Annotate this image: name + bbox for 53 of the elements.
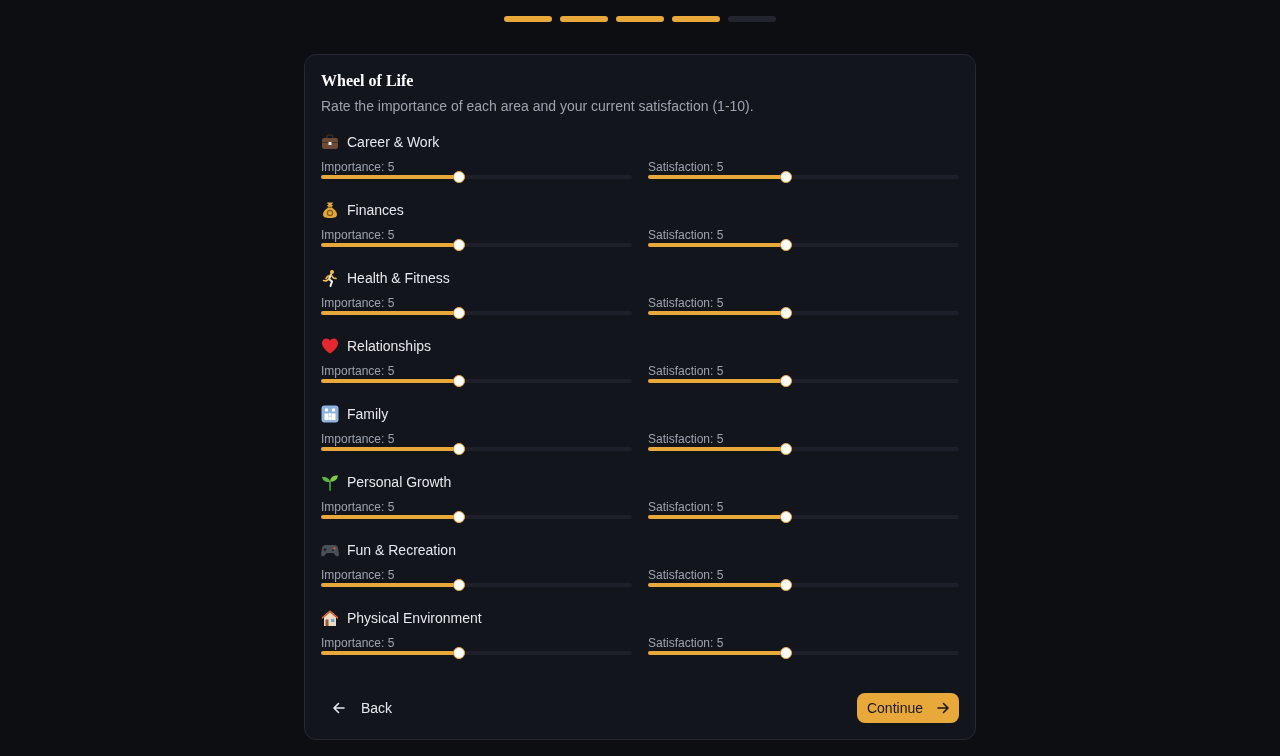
card-title: Wheel of Life — [321, 71, 414, 91]
slider-label: Importance: 5 — [321, 365, 395, 377]
slider-label: Importance: 5 — [321, 161, 395, 173]
area-name: Physical Environment — [347, 609, 482, 628]
slider-label: Satisfaction: 5 — [648, 501, 724, 513]
seedling-icon — [321, 473, 339, 491]
slider-label: Satisfaction: 5 — [648, 433, 724, 445]
slider-label: Satisfaction: 5 — [648, 297, 724, 309]
slider-thumb[interactable] — [453, 647, 466, 659]
slider-label: Importance: 5 — [321, 229, 395, 241]
slider-label: Importance: 5 — [321, 569, 395, 581]
back-button[interactable]: Back — [321, 693, 405, 723]
slider-label: Satisfaction: 5 — [648, 637, 724, 649]
slider-label: Importance: 5 — [321, 297, 395, 309]
continue-button[interactable]: Continue — [856, 693, 959, 723]
heart-icon — [321, 337, 339, 355]
money-bag-icon — [321, 201, 339, 219]
slider-thumb[interactable] — [453, 511, 466, 523]
card-subtitle: Rate the importance of each area and your current satisfaction (1-10). — [321, 97, 754, 116]
slider-label: Importance: 5 — [321, 501, 395, 513]
slider-thumb[interactable] — [780, 579, 793, 591]
slider-thumb[interactable] — [453, 239, 466, 251]
briefcase-icon — [321, 133, 339, 151]
area-name: Career & Work — [347, 133, 440, 152]
slider-thumb[interactable] — [780, 239, 793, 251]
slider-thumb[interactable] — [780, 647, 793, 659]
slider-label: Satisfaction: 5 — [648, 365, 724, 377]
area-name: Personal Growth — [347, 473, 452, 492]
slider-thumb[interactable] — [780, 171, 793, 183]
slider-label: Satisfaction: 5 — [648, 569, 724, 581]
slider-label: Satisfaction: 5 — [648, 229, 724, 241]
runner-icon — [321, 269, 339, 287]
area-name: Family — [347, 405, 389, 424]
slider-thumb[interactable] — [453, 307, 466, 319]
area-name: Finances — [347, 201, 404, 220]
slider-thumb[interactable] — [453, 171, 466, 183]
slider-label: Importance: 5 — [321, 433, 395, 445]
area-name: Fun & Recreation — [347, 541, 456, 560]
slider-thumb[interactable] — [780, 511, 793, 523]
slider-thumb[interactable] — [453, 375, 466, 387]
slider-thumb[interactable] — [453, 443, 466, 455]
slider-label: Importance: 5 — [321, 637, 395, 649]
arrow-left-icon — [333, 702, 345, 714]
arrow-right-icon — [937, 702, 949, 714]
area-name: Relationships — [347, 337, 432, 356]
slider-thumb[interactable] — [453, 579, 466, 591]
slider-thumb[interactable] — [780, 375, 793, 387]
area-name: Health & Fitness — [347, 269, 450, 288]
slider-label: Satisfaction: 5 — [648, 161, 724, 173]
slider-thumb[interactable] — [780, 443, 793, 455]
family-icon — [321, 405, 339, 423]
house-icon — [321, 609, 339, 627]
slider-thumb[interactable] — [780, 307, 793, 319]
